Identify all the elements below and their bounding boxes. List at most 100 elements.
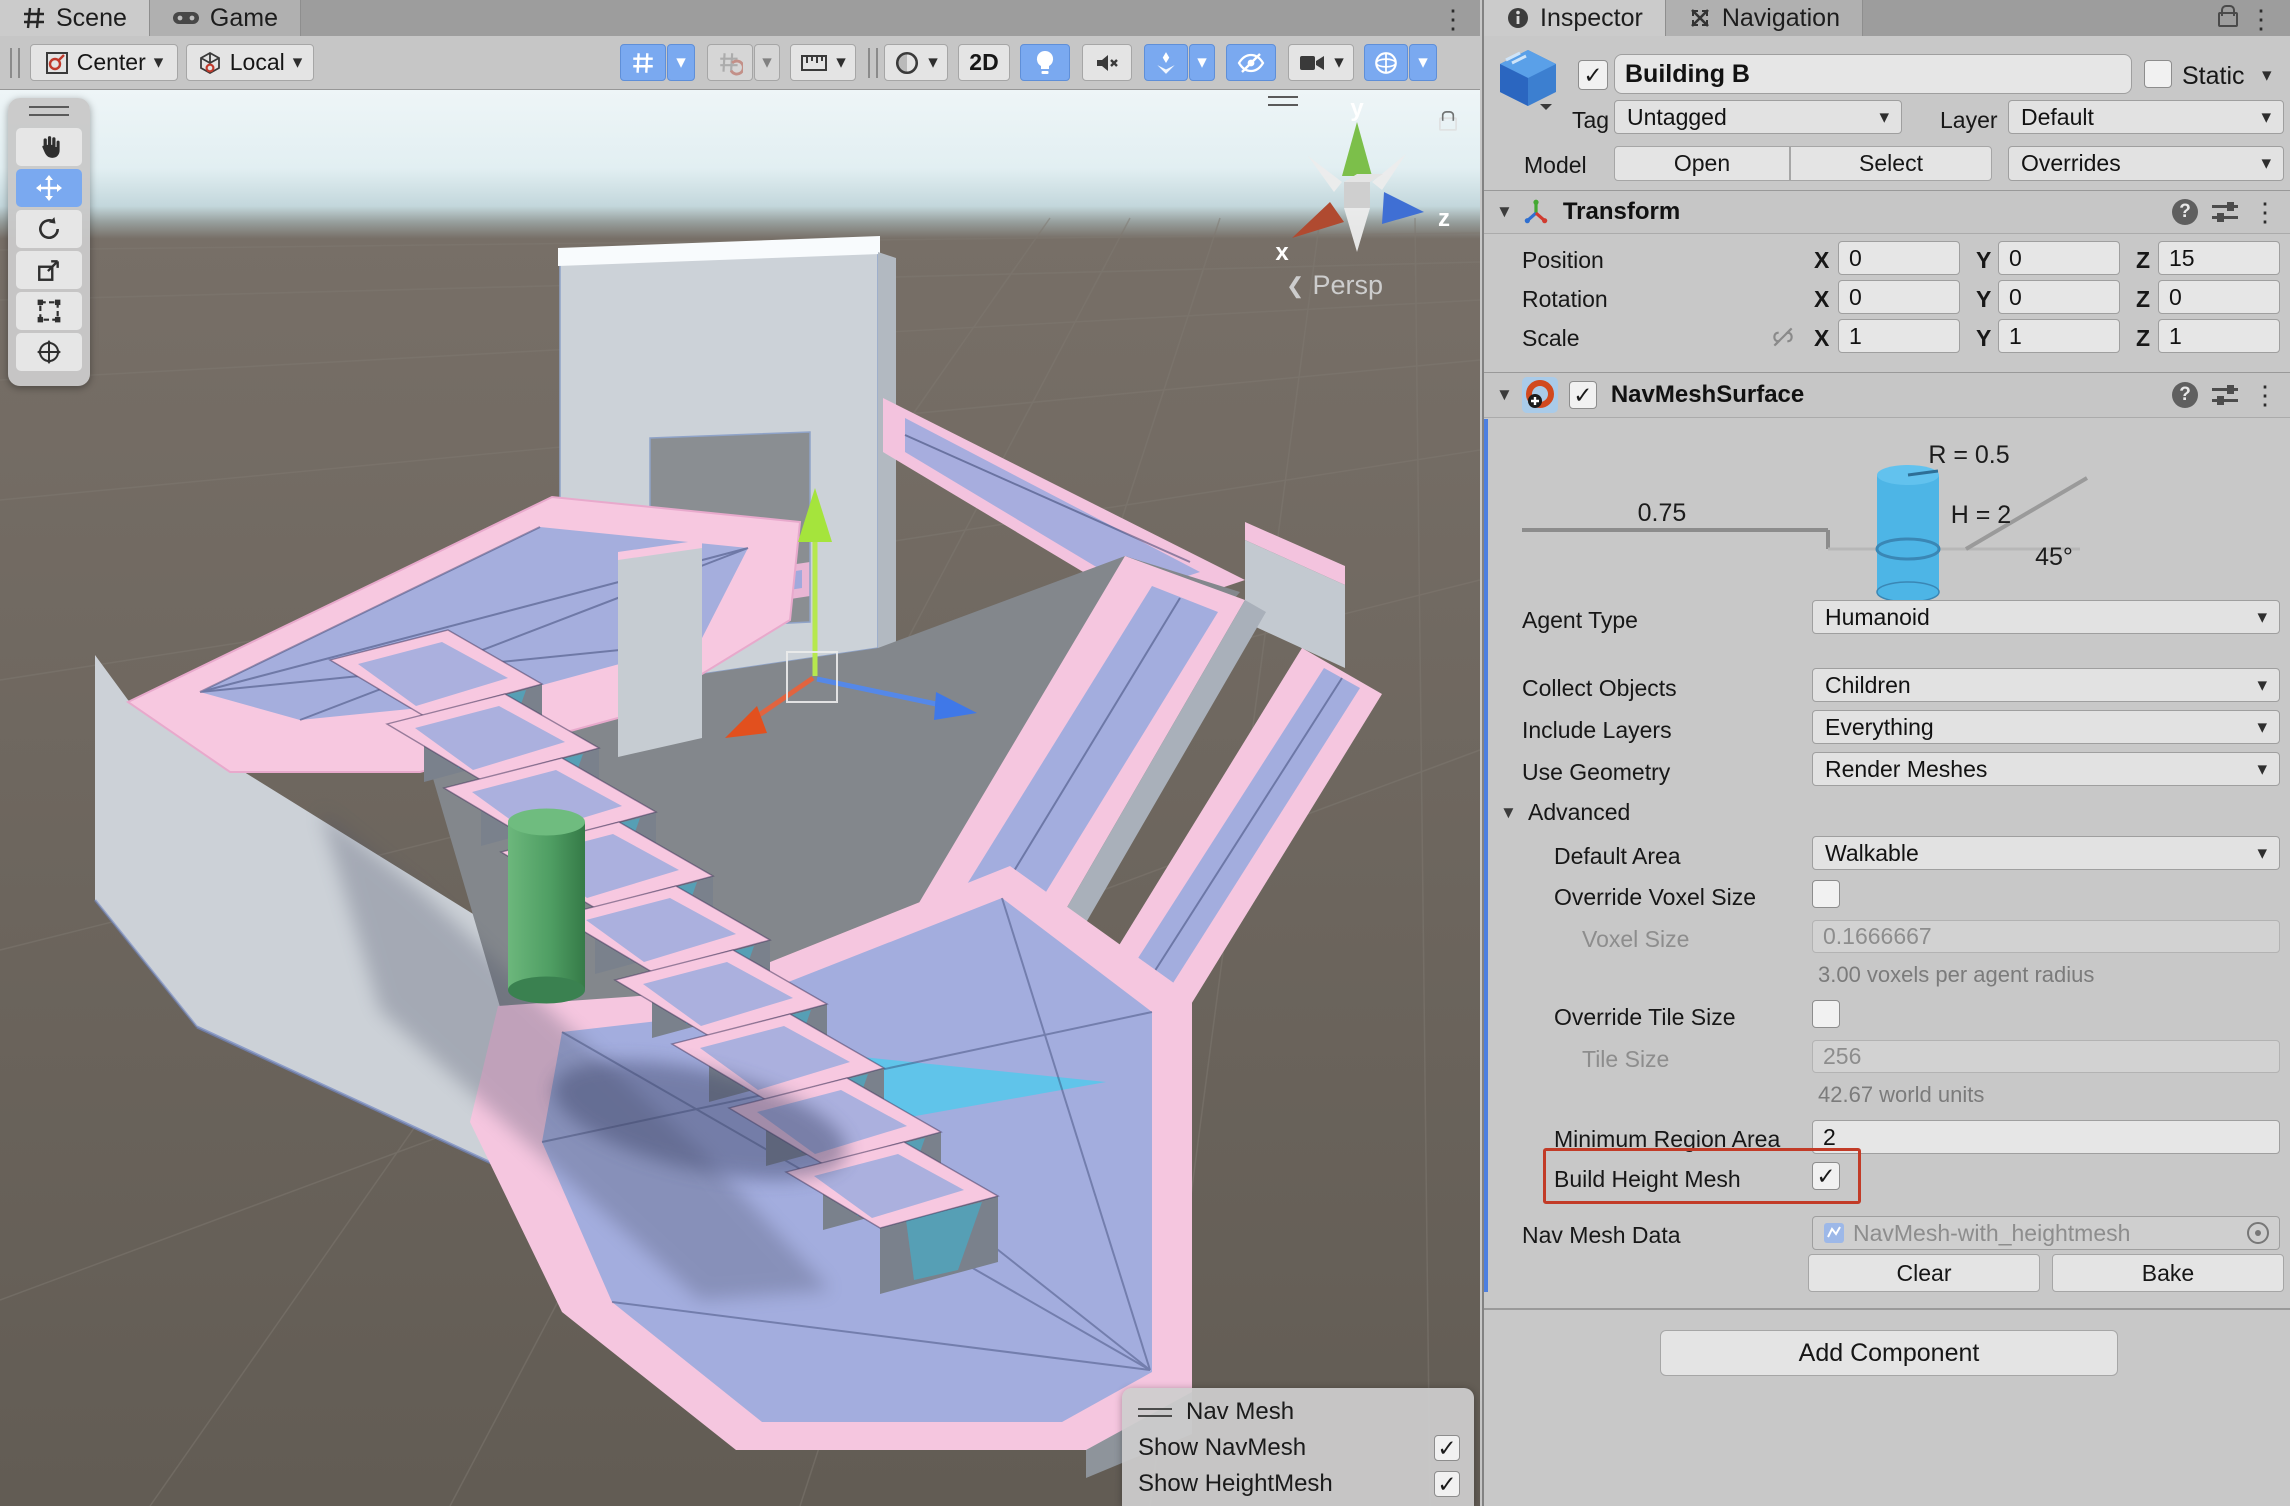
show-navmesh-checkbox[interactable]: ✓ — [1434, 1435, 1460, 1461]
presets-icon[interactable] — [2212, 384, 2238, 406]
camera-settings-button[interactable]: ▾ — [1288, 44, 1354, 81]
snap-dropdown[interactable]: ▾ — [754, 44, 780, 81]
scale-y-field[interactable]: 1 — [1998, 319, 2120, 353]
add-component-button[interactable]: Add Component — [1660, 1330, 2118, 1376]
nav-mesh-data-field[interactable]: NavMesh-with_heightmesh — [1812, 1216, 2280, 1250]
toolbar-grip[interactable] — [10, 48, 20, 78]
chevron-down-icon: ▾ — [928, 53, 938, 72]
grid-visibility-dropdown[interactable]: ▾ — [667, 44, 695, 81]
overlay-drag-handle[interactable] — [29, 106, 69, 116]
voxel-size-field: 0.1666667 — [1812, 920, 2280, 953]
grid-visibility-button[interactable] — [620, 44, 666, 81]
overlay-drag-handle[interactable] — [1138, 1408, 1172, 1417]
effects-dropdown[interactable]: ▾ — [1189, 44, 1215, 81]
link-broken-icon[interactable] — [1770, 324, 1796, 350]
scale-x-field[interactable]: 1 — [1838, 319, 1960, 353]
audio-toggle-button[interactable] — [1082, 44, 1132, 81]
override-tile-size-checkbox[interactable] — [1812, 1000, 1840, 1028]
toggle-2d-button[interactable]: 2D — [958, 44, 1010, 81]
show-heightmesh-checkbox[interactable]: ✓ — [1434, 1471, 1460, 1497]
scale-icon — [36, 257, 62, 283]
component-menu-icon[interactable]: ⋮ — [2252, 197, 2278, 228]
gizmos-dropdown[interactable]: ▾ — [1409, 44, 1437, 81]
tab-scene[interactable]: Scene — [0, 0, 150, 36]
model-select-button[interactable]: Select — [1790, 146, 1992, 181]
rotation-z-field[interactable]: 0 — [2158, 280, 2280, 314]
projection-toggle[interactable]: ❮ Persp — [1286, 270, 1383, 301]
component-menu-icon[interactable]: ⋮ — [2252, 380, 2278, 411]
gizmo-cube[interactable] — [1344, 182, 1370, 208]
navmeshsurface-header[interactable]: ▼ ✓ NavMeshSurface ? ⋮ — [1484, 372, 2290, 418]
move-tool-button[interactable] — [16, 169, 82, 207]
scale-z-field[interactable]: 1 — [2158, 319, 2280, 353]
static-checkbox[interactable] — [2144, 60, 2172, 88]
scale-x-value: 1 — [1849, 323, 1862, 350]
presets-icon[interactable] — [2212, 201, 2238, 223]
axis-cone-negative[interactable] — [1308, 156, 1342, 192]
position-y-field[interactable]: 0 — [1998, 241, 2120, 275]
inspector-menu-icon[interactable]: ⋮ — [2248, 4, 2274, 35]
default-area-dropdown[interactable]: Walkable ▾ — [1812, 836, 2280, 870]
minimum-region-area-field[interactable]: 2 — [1812, 1120, 2280, 1154]
active-checkbox[interactable]: ✓ — [1578, 60, 1608, 90]
snap-increment-button[interactable]: ▾ — [790, 44, 856, 81]
gameobject-name-field[interactable]: Building B — [1614, 54, 2132, 94]
rotation-x-field[interactable]: 0 — [1838, 280, 1960, 314]
inspector-lock-icon[interactable] — [2218, 3, 2238, 27]
layer-dropdown[interactable]: Default ▾ — [2008, 100, 2284, 134]
foldout-icon[interactable]: ▼ — [1496, 202, 1513, 222]
x-axis-cone[interactable] — [1292, 202, 1344, 238]
tab-navigation[interactable]: Navigation — [1666, 0, 1863, 36]
scene-viewport[interactable] — [0, 90, 1480, 1506]
build-height-mesh-checkbox[interactable]: ✓ — [1812, 1162, 1840, 1190]
foldout-icon[interactable]: ▼ — [1496, 385, 1513, 405]
tag-dropdown[interactable]: Untagged ▾ — [1614, 100, 1902, 134]
collect-objects-dropdown[interactable]: Children ▾ — [1812, 668, 2280, 702]
toolbar-grip[interactable] — [868, 48, 878, 78]
help-icon[interactable]: ? — [2172, 199, 2198, 225]
tab-inspector[interactable]: Inspector — [1484, 0, 1666, 36]
axis-cone-negative[interactable] — [1344, 208, 1370, 252]
prefab-cube-icon[interactable] — [1496, 48, 1560, 116]
agent-type-dropdown[interactable]: Humanoid ▾ — [1812, 600, 2280, 634]
advanced-foldout-icon[interactable]: ▼ — [1500, 803, 1517, 823]
include-layers-dropdown[interactable]: Everything ▾ — [1812, 710, 2280, 744]
static-dropdown-icon[interactable]: ▾ — [2262, 66, 2272, 85]
pivot-mode-button[interactable]: Center ▾ — [30, 44, 178, 81]
draw-mode-button[interactable]: ▾ — [884, 44, 948, 81]
rotation-y-field[interactable]: 0 — [1998, 280, 2120, 314]
hidden-objects-button[interactable] — [1226, 44, 1276, 81]
scale-y-value: 1 — [2009, 323, 2022, 350]
transform-tool-button[interactable] — [16, 333, 82, 371]
transform-header[interactable]: ▼ Transform ? ⋮ — [1484, 190, 2290, 234]
override-voxel-size-checkbox[interactable] — [1812, 880, 1840, 908]
model-open-button[interactable]: Open — [1614, 146, 1790, 181]
clear-button[interactable]: Clear — [1808, 1254, 2040, 1292]
layer-value: Default — [2021, 104, 2094, 131]
tab-game[interactable]: Game — [150, 0, 301, 36]
object-picker-icon[interactable] — [2247, 1222, 2269, 1244]
scale-tool-button[interactable] — [16, 251, 82, 289]
help-icon[interactable]: ? — [2172, 382, 2198, 408]
z-axis-cone[interactable] — [1382, 192, 1424, 224]
lighting-toggle-button[interactable] — [1020, 44, 1070, 81]
y-axis-cone[interactable] — [1342, 122, 1372, 176]
gizmos-toggle-button[interactable] — [1364, 44, 1408, 81]
rotate-tool-button[interactable] — [16, 210, 82, 248]
position-x-field[interactable]: 0 — [1838, 241, 1960, 275]
navmesh-overlay-header[interactable]: Nav Mesh — [1138, 1398, 1460, 1426]
gizmo-lock-icon[interactable] — [1439, 109, 1457, 131]
axis-cone-negative[interactable] — [1372, 154, 1406, 190]
scene-tab-menu-icon[interactable]: ⋮ — [1440, 4, 1466, 35]
effects-toggle-button[interactable] — [1144, 44, 1188, 81]
bake-button[interactable]: Bake — [2052, 1254, 2284, 1292]
position-z-field[interactable]: 15 — [2158, 241, 2280, 275]
component-enabled-checkbox[interactable]: ✓ — [1569, 381, 1597, 409]
tile-size-hint: 42.67 world units — [1818, 1082, 1984, 1108]
orientation-button[interactable]: Local ▾ — [186, 44, 314, 81]
rect-tool-button[interactable] — [16, 292, 82, 330]
use-geometry-dropdown[interactable]: Render Meshes ▾ — [1812, 752, 2280, 786]
snap-toggle-button[interactable] — [707, 44, 753, 81]
overrides-dropdown[interactable]: Overrides ▾ — [2008, 146, 2284, 181]
view-tool-button[interactable] — [16, 128, 82, 166]
